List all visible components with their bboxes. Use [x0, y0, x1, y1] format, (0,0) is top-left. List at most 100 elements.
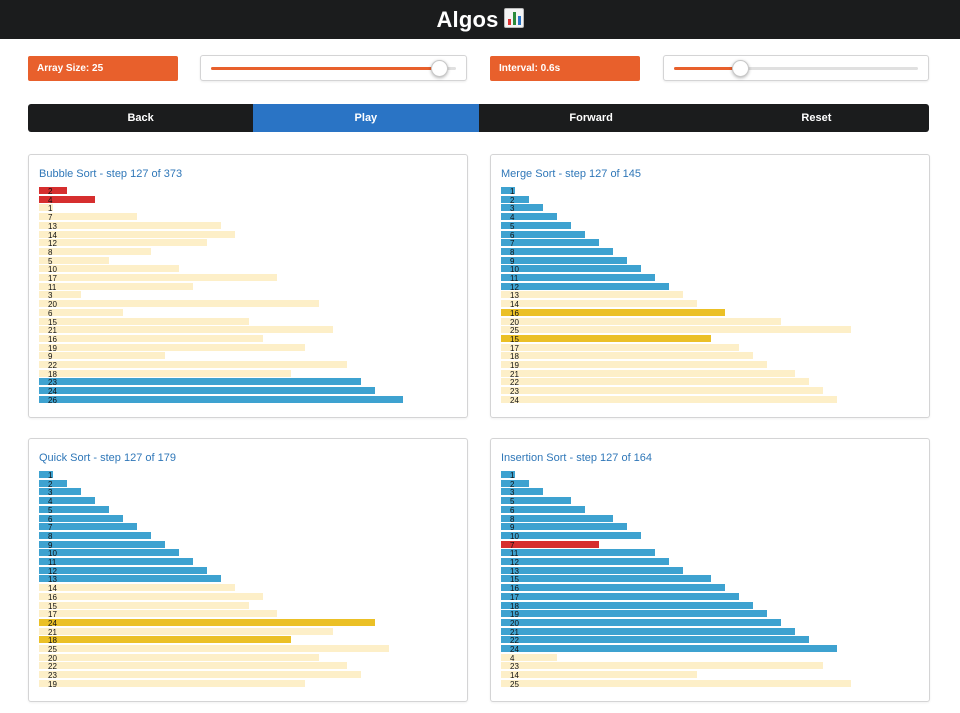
array-bar-label: 11 — [48, 558, 57, 567]
array-bar-label: 18 — [510, 352, 519, 362]
array-bar-label: 14 — [510, 300, 519, 310]
array-bar: 21 — [501, 369, 795, 379]
array-bar-label: 17 — [510, 343, 519, 353]
array-bar-label: 23 — [48, 378, 57, 388]
playback-controls: Back Play Forward Reset — [28, 104, 929, 132]
array-bar: 13 — [501, 291, 683, 301]
array-bar-label: 3 — [510, 488, 515, 498]
array-bar: 15 — [501, 575, 711, 584]
array-bar: 8 — [501, 247, 613, 257]
quick-sort-panel: Quick Sort - step 127 of 179 1 2 3 4 5 6 7 8 9 10… — [28, 438, 468, 702]
array-bar-label: 9 — [510, 523, 515, 533]
array-bar: 18 — [39, 369, 291, 379]
array-bar: 3 — [39, 488, 81, 497]
array-bar: 2 — [39, 479, 67, 489]
array-bar-label: 10 — [48, 265, 57, 275]
array-bar: 6 — [501, 230, 585, 240]
array-bar-label: 19 — [48, 679, 57, 689]
array-bar-label: 1 — [510, 471, 515, 480]
array-bar-label: 6 — [48, 308, 53, 318]
array-bar: 22 — [501, 378, 809, 388]
array-bar-label: 18 — [48, 369, 57, 379]
array-bar: 11 — [39, 282, 193, 292]
merge-sort-bars: 1 2 3 4 5 6 7 8 9 10 11 12 13 14 16 20 25 15 17 18 19 21 22 23 2… — [501, 187, 919, 407]
array-bar: 17 — [501, 343, 739, 353]
array-bar-label: 2 — [510, 195, 515, 205]
array-bar-label: 9 — [48, 540, 53, 550]
insertion-sort-panel: Insertion Sort - step 127 of 164 1235689… — [490, 438, 930, 702]
interval-slider-handle[interactable] — [731, 60, 749, 77]
array-bar: 8 — [39, 531, 151, 541]
array-bar: 5 — [39, 256, 109, 266]
array-bar: 10 — [39, 265, 179, 275]
array-bar-label: 12 — [510, 282, 519, 292]
array-bar-label: 7 — [510, 540, 515, 550]
array-bar-label: 13 — [510, 291, 519, 301]
array-bar-label: 16 — [510, 584, 519, 594]
array-bar-label: 7 — [510, 239, 515, 249]
panel-title: Bubble Sort - step 127 of 373 — [39, 168, 183, 180]
array-bar-label: 25 — [510, 679, 519, 689]
array-bar: 25 — [39, 645, 389, 654]
array-bar-label: 7 — [48, 523, 53, 533]
array-bar-label: 22 — [48, 662, 57, 672]
array-size-label: Array Size: 25 — [28, 56, 178, 81]
array-bar-label: 12 — [48, 566, 57, 576]
merge-sort-panel: Merge Sort - step 127 of 145 1 2 3 4 5 6 7 8 9 10… — [490, 154, 930, 418]
array-bar: 20 — [501, 317, 781, 327]
array-bar-label: 21 — [48, 627, 57, 637]
reset-button[interactable]: Reset — [703, 104, 929, 132]
array-bar: 16 — [501, 584, 725, 594]
array-bar-label: 22 — [510, 378, 519, 388]
array-bar-label: 17 — [48, 274, 57, 283]
array-bar-label: 14 — [48, 230, 57, 240]
array-bar: 1 — [501, 187, 515, 196]
interval-slider[interactable] — [663, 55, 929, 81]
array-size-slider[interactable] — [200, 55, 467, 81]
array-bar: 18 — [39, 636, 291, 645]
array-bar: 25 — [501, 326, 851, 335]
array-bar-label: 5 — [48, 256, 53, 266]
array-bar-label: 4 — [48, 195, 53, 205]
array-bar-label: 7 — [48, 213, 53, 223]
array-bar: 24 — [501, 395, 837, 405]
array-bar-label: 17 — [48, 610, 57, 620]
array-bar: 23 — [39, 671, 361, 680]
array-size-slider-track[interactable] — [211, 60, 456, 77]
interval-slider-track[interactable] — [674, 60, 918, 77]
array-bar: 9 — [39, 352, 165, 361]
array-bar: 23 — [501, 662, 823, 671]
interval-label: Interval: 0.6s — [490, 56, 640, 81]
play-button[interactable]: Play — [253, 104, 479, 132]
array-bar: 24 — [39, 618, 375, 628]
array-bar-label: 11 — [48, 282, 57, 292]
array-size-slider-fill — [211, 67, 439, 70]
array-bar: 1 — [39, 471, 53, 480]
forward-button[interactable]: Forward — [478, 104, 704, 132]
array-bar: 2 — [39, 187, 67, 196]
array-bar: 7 — [39, 523, 137, 533]
array-size-slider-handle[interactable] — [430, 60, 448, 77]
array-bar-label: 22 — [48, 361, 57, 370]
array-bar: 9 — [39, 540, 165, 550]
array-bar: 11 — [39, 558, 193, 567]
array-bar: 23 — [501, 387, 823, 396]
array-bar: 6 — [39, 514, 123, 524]
array-bar-label: 25 — [48, 645, 57, 654]
array-bar: 12 — [39, 239, 207, 249]
array-bar: 3 — [501, 488, 543, 498]
array-bar-label: 5 — [48, 505, 53, 515]
array-bar-label: 14 — [48, 584, 57, 594]
panel-title: Insertion Sort - step 127 of 164 — [501, 452, 653, 464]
array-bar-label: 14 — [510, 671, 519, 681]
array-bar: 17 — [501, 592, 739, 602]
bubble-sort-bars: 2 4 1 7 13 14 12 8 5 10 17 11 3 20 6 15 21 16 19 9 22 18 23 24 2… — [39, 187, 457, 407]
array-bar: 5 — [501, 221, 571, 231]
back-button[interactable]: Back — [28, 104, 254, 132]
array-bar-label: 12 — [48, 239, 57, 249]
array-bar: 7 — [501, 540, 599, 550]
array-bar: 16 — [39, 334, 263, 344]
array-bar: 24 — [39, 387, 375, 396]
array-bar: 15 — [39, 317, 249, 327]
array-bar-label: 15 — [48, 601, 57, 611]
